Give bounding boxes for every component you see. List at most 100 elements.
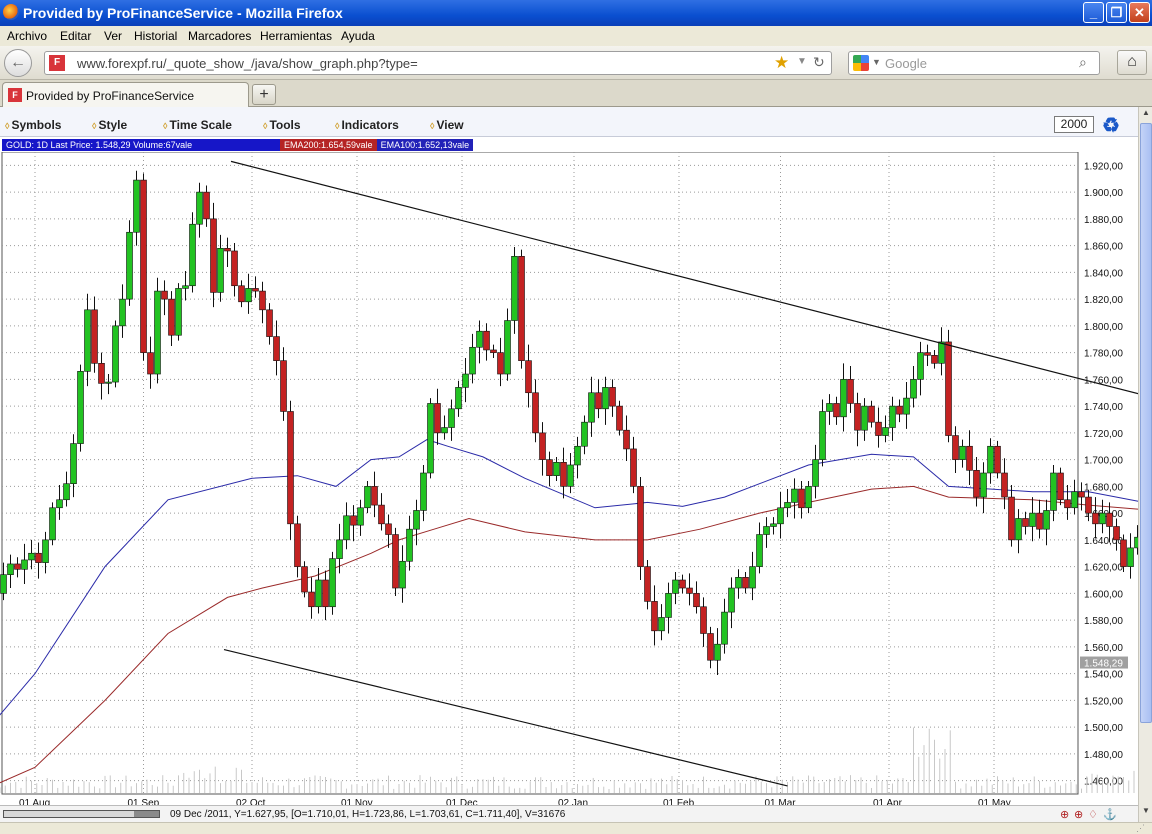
candle-body [385, 523, 392, 535]
candle-body [14, 563, 21, 570]
candle-body [371, 486, 378, 506]
refresh-icon[interactable]: ♻ [1102, 113, 1120, 138]
candle-body [70, 443, 77, 485]
menu-herramientas[interactable]: Herramientas [260, 29, 332, 43]
vertical-scrollbar[interactable]: ▲ ▼ [1138, 107, 1152, 822]
bookmark-icon[interactable]: ♢ [1088, 808, 1098, 821]
candle-body [994, 445, 1001, 474]
search-magnifier-icon[interactable]: ⌕ [1079, 54, 1087, 71]
candle-body [924, 352, 931, 356]
last-price-value: 1.548,29 [1084, 659, 1123, 670]
candle-body [1071, 491, 1078, 509]
menu-tools-label: Tools [269, 118, 301, 132]
url-text[interactable]: www.forexpf.ru/_quote_show_/java/show_gr… [77, 56, 418, 71]
candle-body [238, 285, 245, 303]
scroll-down-icon[interactable]: ▼ [1140, 806, 1152, 820]
history-dropdown-icon[interactable]: ▼ [797, 56, 807, 67]
y-tick-label: 1.600,00 [1084, 589, 1123, 600]
menu-symbols[interactable]: ◊ Symbols [5, 118, 61, 132]
candle-body [959, 445, 966, 460]
y-tick-label: 1.800,00 [1084, 322, 1123, 333]
candle-body [77, 371, 84, 444]
close-button[interactable]: ✕ [1129, 2, 1150, 23]
candle-body [665, 593, 672, 618]
engine-dropdown-icon[interactable]: ▼ [872, 57, 881, 67]
candle-body [511, 256, 518, 321]
time-scroll-thumb[interactable] [134, 811, 159, 817]
menu-ver[interactable]: Ver [104, 29, 122, 43]
candle-body [728, 587, 735, 613]
menu-archivo[interactable]: Archivo [7, 29, 47, 43]
candle-body [826, 403, 833, 412]
search-bar[interactable]: ▼ Google ⌕ [848, 51, 1100, 75]
address-bar[interactable]: F www.forexpf.ru/_quote_show_/java/show_… [44, 51, 832, 75]
candle-body [588, 392, 595, 423]
candle-body [35, 552, 42, 563]
candle-body [315, 579, 322, 608]
ema100-label: EMA100:1.652,13vale [376, 139, 474, 151]
y-tick-label: 1.620,00 [1084, 563, 1123, 574]
new-tab-button[interactable]: + [252, 84, 276, 105]
reload-icon[interactable]: ↻ [813, 54, 825, 71]
minimize-button[interactable]: _ [1083, 2, 1104, 23]
scroll-up-icon[interactable]: ▲ [1140, 108, 1152, 122]
anchor-icon[interactable]: ⚓ [1103, 808, 1117, 821]
tab-favicon-icon: F [8, 88, 22, 102]
menu-tools[interactable]: ◊ Tools [263, 118, 301, 132]
candle-body [406, 528, 413, 562]
candle-body [777, 507, 784, 525]
bars-count-input[interactable]: 2000 [1054, 116, 1094, 133]
menu-view[interactable]: ◊ View [430, 118, 464, 132]
bookmark-star-icon[interactable]: ★ [774, 53, 789, 73]
candle-body [455, 387, 462, 410]
candle-body [770, 523, 777, 527]
candle-body [854, 403, 861, 431]
candle-body [168, 298, 175, 336]
menu-marcadores[interactable]: Marcadores [188, 29, 251, 43]
candle-body [1036, 512, 1043, 530]
tab-label: Provided by ProFinanceService [26, 89, 195, 103]
menu-indicators[interactable]: ◊ Indicators [335, 118, 399, 132]
menu-style[interactable]: ◊ Style [92, 118, 127, 132]
candle-body [518, 256, 525, 361]
menu-ayuda[interactable]: Ayuda [341, 29, 375, 43]
candle-body [623, 429, 630, 450]
candle-body [490, 349, 497, 353]
time-scroll-track[interactable] [3, 810, 160, 818]
menu-historial[interactable]: Historial [134, 29, 177, 43]
price-chart[interactable]: 1.920,00 1.900,00 1.880,00 1.860,00 1.840,00… [0, 152, 1138, 820]
candle-body [476, 330, 483, 348]
tab-provided-by-profinanceservice[interactable]: F Provided by ProFinanceService [2, 82, 249, 107]
candle-body [1001, 472, 1008, 498]
candle-body [637, 486, 644, 567]
menu-editar[interactable]: Editar [60, 29, 91, 43]
menu-symbols-label: Symbols [11, 118, 62, 132]
candle-body [1022, 518, 1029, 527]
search-input[interactable]: Google [885, 56, 927, 71]
candle-body [1043, 510, 1050, 530]
candle-body [294, 523, 301, 567]
candle-body [322, 579, 329, 608]
zoom-plus-icon[interactable]: ⊕ [1074, 808, 1083, 821]
google-engine-icon[interactable] [853, 55, 869, 71]
candle-body [399, 560, 406, 589]
home-icon[interactable]: ⌂ [1117, 50, 1147, 75]
candle-body [28, 552, 35, 561]
candle-body [966, 445, 973, 471]
dropdown-arrow-icon: ◊ [335, 121, 340, 131]
back-arrow-icon[interactable]: ← [4, 49, 32, 77]
ema200-label: EMA200:1.654,59vale [280, 139, 377, 151]
candle-body [875, 421, 882, 436]
candle-body [273, 336, 280, 361]
candle-body [644, 566, 651, 602]
candle-body [210, 218, 217, 293]
menu-time-scale[interactable]: ◊ Time Scale [163, 118, 232, 132]
scrollbar-thumb[interactable] [1140, 123, 1152, 723]
candle-body [847, 379, 854, 404]
chart-area[interactable]: GOLD: 1D Last Price: 1.548,29 Volume:67v… [0, 137, 1138, 822]
maximize-button[interactable]: ❐ [1106, 2, 1127, 23]
candle-body [231, 250, 238, 287]
candle-body [1057, 472, 1064, 501]
zoom-minus-icon[interactable]: ⊕ [1060, 808, 1069, 821]
candle-body [343, 515, 350, 541]
